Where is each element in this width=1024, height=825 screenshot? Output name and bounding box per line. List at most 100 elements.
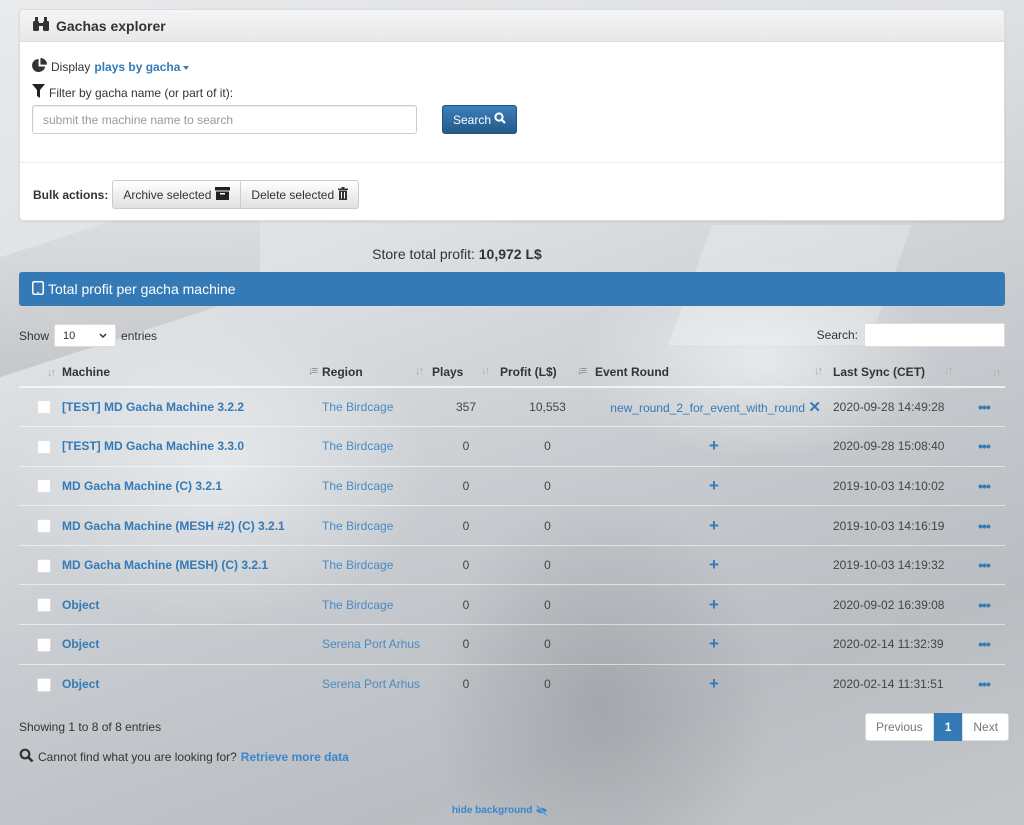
row-checkbox[interactable] [37,479,51,494]
table-search-input[interactable] [864,323,1005,347]
machine-link[interactable]: [TEST] MD Gacha Machine 3.2.2 [62,400,244,414]
machine-link[interactable]: MD Gacha Machine (C) 3.2.1 [62,479,222,493]
delete-selected-button[interactable]: Delete selected [241,180,360,209]
sort-desc-icon: ↓≡ [577,365,587,377]
region-link[interactable]: The Birdcage [322,598,393,612]
plus-icon[interactable]: + [709,674,719,693]
page-length-select[interactable]: 10 [54,324,117,347]
panel-heading: Gachas explorer [20,10,1004,42]
table-row: [TEST] MD Gacha Machine 3.2.2 The Birdcag… [19,386,1005,427]
ellipsis-icon[interactable]: ••• [978,597,991,613]
profit-cell: 0 [500,544,595,585]
plus-icon[interactable]: + [709,436,719,455]
sort-icon: ↓↑ [814,365,823,377]
region-link[interactable]: The Birdcage [322,519,393,533]
profit-cell: 0 [500,663,595,704]
row-checkbox[interactable] [37,439,51,454]
column-header-last-sync[interactable]: Last Sync (CET) ↓↑ [833,358,963,388]
row-checkbox[interactable] [37,518,51,533]
region-link[interactable]: Serena Port Arhus [322,677,420,691]
search-button[interactable]: Search [442,105,518,134]
column-header-machine[interactable]: Machine ↓≡ [62,358,322,388]
table-panel-heading: Total profit per gacha machine [19,272,1005,306]
column-header-plays[interactable]: Plays ↓↑ [432,358,500,388]
ellipsis-icon[interactable]: ••• [978,399,991,415]
select-cell [19,426,62,467]
plus-icon[interactable]: + [709,476,719,495]
ellipsis-icon[interactable]: ••• [978,438,991,454]
machine-link[interactable]: Object [62,677,99,691]
previous-page-button[interactable]: Previous [865,713,934,741]
table-row: Object The Birdcage 0 0 +2020-09-02 16:39:08… [19,584,1005,625]
gacha-machines-table: ↓↑ Machine ↓≡ Region ↓↑ Plays ↓↑ Profit (L$… [19,358,1005,704]
ellipsis-icon[interactable]: ••• [978,478,991,494]
region-cell: Serena Port Arhus [322,663,432,704]
retrieve-more-data-link[interactable]: Retrieve more data [241,750,349,764]
column-header-select[interactable]: ↓↑ [19,358,62,388]
region-cell: The Birdcage [322,584,432,625]
display-dropdown[interactable]: plays by gacha [94,60,190,74]
actions-cell: ••• [963,505,1005,546]
ellipsis-icon[interactable]: ••• [978,557,991,573]
plus-icon[interactable]: + [709,634,719,653]
plus-icon[interactable]: + [709,555,719,574]
region-cell: The Birdcage [322,426,432,467]
search-icon [494,112,506,127]
select-cell [19,663,62,704]
row-checkbox[interactable] [37,637,51,652]
select-cell [19,544,62,585]
actions-cell: ••• [963,584,1005,625]
region-link[interactable]: The Birdcage [322,479,393,493]
plus-icon[interactable]: + [709,516,719,535]
column-header-profit[interactable]: Profit (L$) ↓≡ [500,358,595,388]
hide-background-link[interactable]: hide background [0,804,1000,817]
table-row: MD Gacha Machine (MESH) (C) 3.2.1 The Bir… [19,544,1005,585]
region-link[interactable]: Serena Port Arhus [322,637,420,651]
ellipsis-icon[interactable]: ••• [978,636,991,652]
machine-link[interactable]: Object [62,637,99,651]
next-page-button[interactable]: Next [962,713,1010,741]
row-checkbox[interactable] [37,558,51,573]
column-label: Event Round [595,365,669,379]
machine-link[interactable]: [TEST] MD Gacha Machine 3.3.0 [62,439,244,453]
row-checkbox[interactable] [37,400,51,415]
machine-link[interactable]: Object [62,598,99,612]
event-round-cell: + [595,624,833,665]
machine-cell: MD Gacha Machine (C) 3.2.1 [62,465,322,506]
ellipsis-icon[interactable]: ••• [978,676,991,692]
machine-link[interactable]: MD Gacha Machine (MESH) (C) 3.2.1 [62,558,268,572]
sort-icon: ↓↑ [47,367,56,379]
column-header-region[interactable]: Region ↓↑ [322,358,432,388]
region-link[interactable]: The Birdcage [322,558,393,572]
region-link[interactable]: The Birdcage [322,439,393,453]
plays-cell: 0 [432,465,500,506]
event-round-cell: + [595,426,833,467]
last-sync-cell: 2020-09-28 14:49:28 [833,386,963,427]
machine-cell: Object [62,663,322,704]
x-icon[interactable]: ✕ [808,399,821,416]
last-sync-cell: 2019-10-03 14:19:32 [833,544,963,585]
machine-link[interactable]: MD Gacha Machine (MESH #2) (C) 3.2.1 [62,519,285,533]
region-link[interactable]: The Birdcage [322,400,393,414]
machine-cell: [TEST] MD Gacha Machine 3.3.0 [62,426,322,467]
archive-selected-button[interactable]: Archive selected [112,180,242,209]
column-header-actions[interactable]: ↓↑ [963,358,1005,388]
machine-name-search-input[interactable] [32,105,417,134]
row-checkbox[interactable] [37,598,51,613]
ellipsis-icon[interactable]: ••• [978,518,991,534]
entries-label: entries [121,328,158,343]
column-header-event-round[interactable]: Event Round ↓↑ [595,358,833,388]
last-sync-cell: 2020-09-02 16:39:08 [833,584,963,625]
row-checkbox[interactable] [37,677,51,692]
select-cell [19,624,62,665]
plus-icon[interactable]: + [709,595,719,614]
page-1-button[interactable]: 1 [933,713,963,741]
column-label: Region [322,365,363,379]
region-cell: The Birdcage [322,544,432,585]
column-label: Profit (L$) [500,365,557,379]
select-cell [19,584,62,625]
event-round-link[interactable]: new_round_2_for_event_with_round [610,401,805,415]
select-cell [19,386,62,427]
retrieve-more-row: Cannot find what you are looking for? Re… [19,748,349,766]
event-round-cell: + [595,584,833,625]
